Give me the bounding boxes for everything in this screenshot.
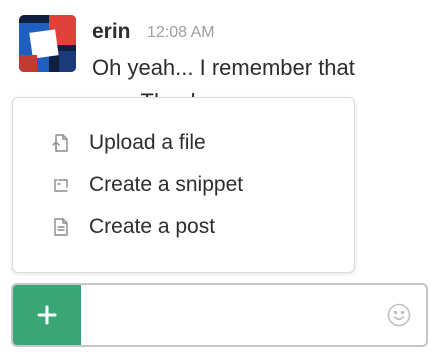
plus-icon (37, 305, 57, 325)
menu-item-create-snippet[interactable]: Create a snippet (49, 165, 243, 205)
menu-item-label: Create a post (89, 215, 216, 238)
message-username[interactable]: erin (92, 19, 131, 45)
snippet-icon (49, 173, 73, 197)
post-icon (49, 215, 73, 239)
message-input[interactable] (81, 285, 381, 345)
upload-file-icon (49, 131, 73, 155)
attachment-menu: Upload a file Create a snippet Create a … (12, 97, 355, 273)
smiley-icon (387, 303, 411, 327)
menu-item-upload-file[interactable]: Upload a file (49, 123, 206, 163)
menu-item-label: Create a snippet (89, 173, 244, 196)
menu-item-label: Upload a file (89, 131, 206, 154)
chat-message: erin 12:08 AM Oh yeah... I remember that… (0, 0, 431, 114)
message-composer (11, 283, 428, 347)
avatar[interactable] (19, 15, 76, 72)
menu-item-create-post[interactable]: Create a post (49, 207, 215, 247)
emoji-button[interactable] (386, 302, 412, 328)
add-attachment-button[interactable] (13, 285, 81, 345)
message-timestamp[interactable]: 12:08 AM (147, 23, 215, 43)
